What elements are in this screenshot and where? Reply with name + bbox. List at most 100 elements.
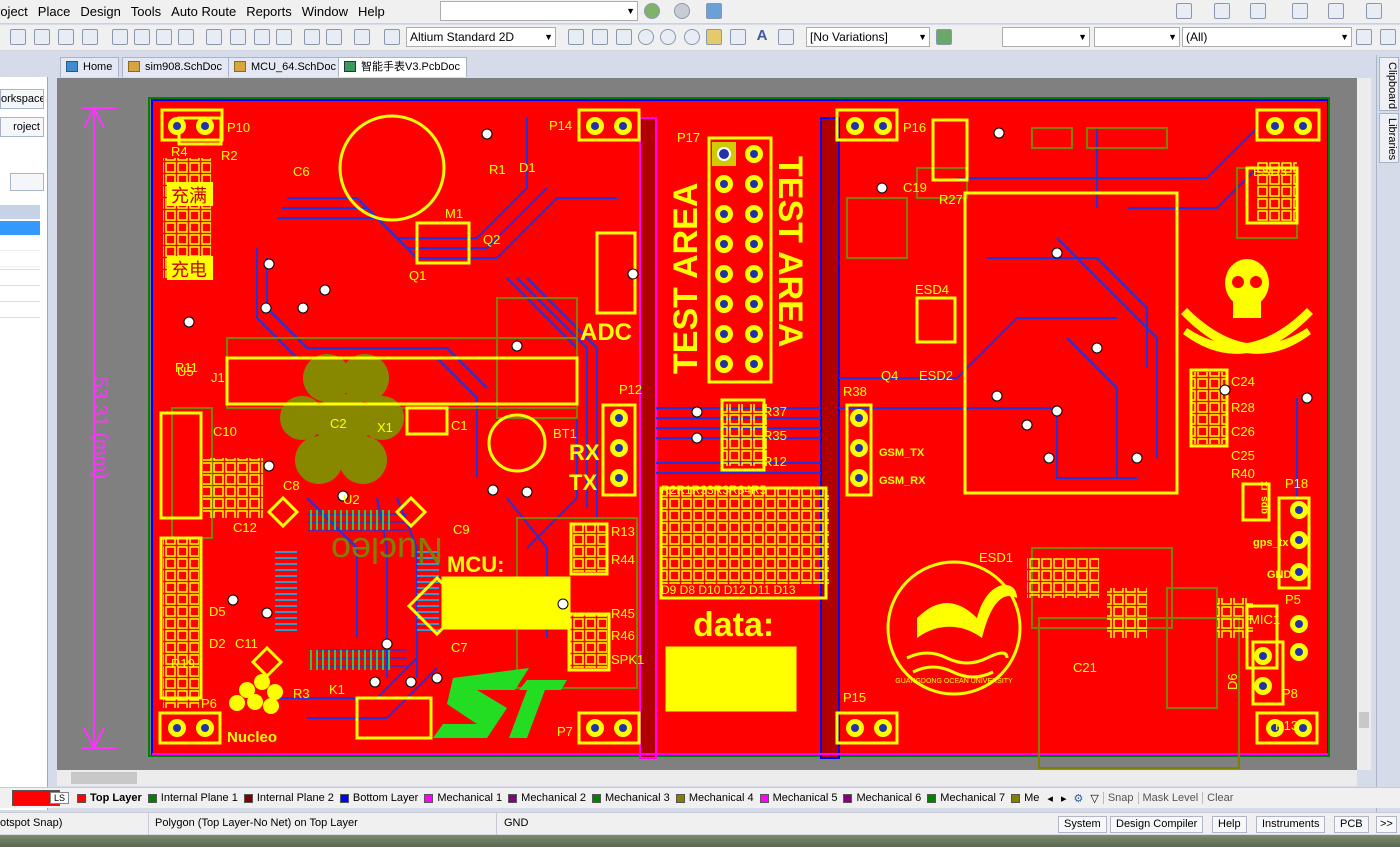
forward-icon[interactable] — [674, 3, 690, 19]
menu-place[interactable]: Place — [33, 1, 76, 23]
route-icon[interactable] — [568, 29, 584, 45]
clear-filter-icon[interactable] — [1380, 29, 1396, 45]
clear-button[interactable]: Clear — [1202, 792, 1237, 804]
layer-tab-mech1[interactable]: Mechanical 1 — [424, 792, 502, 804]
layer-tab-top[interactable]: Top Layer — [77, 792, 142, 804]
fill-icon[interactable] — [706, 29, 722, 45]
multi-route-icon[interactable] — [616, 29, 632, 45]
variations-select[interactable]: [No Variations] ▼ — [806, 27, 930, 47]
polygon-icon[interactable] — [730, 29, 746, 45]
distribute-icon[interactable] — [1292, 3, 1308, 19]
pcb-button[interactable]: PCB — [1334, 816, 1369, 833]
designator: BT1 — [553, 426, 577, 441]
tree-item-selected[interactable] — [0, 221, 40, 235]
menu-project[interactable]: roject — [0, 1, 33, 23]
pad-icon[interactable] — [638, 29, 654, 45]
navigate-icon[interactable] — [706, 3, 722, 19]
layer-tab-mech7[interactable]: Mechanical 7 — [927, 792, 1005, 804]
snap-button[interactable]: Snap — [1102, 792, 1138, 804]
redo-icon[interactable] — [326, 29, 342, 45]
tab-sim908[interactable]: sim908.SchDoc — [122, 57, 230, 77]
tab-label: sim908.SchDoc — [145, 61, 223, 73]
scroll-right-icon[interactable]: ▸ — [1061, 792, 1067, 805]
tree-item[interactable] — [0, 253, 40, 267]
window-icon[interactable] — [1328, 3, 1344, 19]
view-config-select[interactable]: Altium Standard 2D ▼ — [406, 27, 556, 47]
zoom-selected-icon[interactable] — [82, 29, 98, 45]
folder-options-button[interactable] — [10, 173, 44, 191]
component-icon[interactable] — [384, 29, 400, 45]
string-icon[interactable]: A — [754, 28, 770, 45]
horizontal-scrollbar[interactable] — [57, 770, 1357, 786]
help-button[interactable]: Help — [1212, 816, 1247, 833]
paste-icon[interactable] — [156, 29, 172, 45]
tree-item[interactable] — [0, 237, 40, 251]
rubber-stamp-icon[interactable] — [178, 29, 194, 45]
arc-icon[interactable] — [684, 29, 700, 45]
mask-icon[interactable] — [1356, 29, 1372, 45]
scroll-thumb[interactable] — [1359, 712, 1369, 728]
open-icon[interactable] — [10, 29, 26, 45]
menu-design[interactable]: Design — [75, 1, 125, 23]
filter-select[interactable]: (All) ▼ — [1182, 27, 1352, 47]
align-icon[interactable] — [1214, 3, 1230, 19]
layer-tab-mech4[interactable]: Mechanical 4 — [675, 792, 754, 804]
back-icon[interactable] — [644, 3, 660, 19]
undo-icon[interactable] — [304, 29, 320, 45]
more-button[interactable]: >> — [1376, 816, 1397, 833]
select-area-icon[interactable] — [206, 29, 222, 45]
clear-icon[interactable] — [276, 29, 292, 45]
variant-icon[interactable] — [936, 29, 952, 45]
layer-tab-mech2[interactable]: Mechanical 2 — [508, 792, 586, 804]
layer-tab-mech6[interactable]: Mechanical 6 — [843, 792, 921, 804]
vertical-scrollbar[interactable] — [1357, 78, 1371, 770]
layer-set-button[interactable]: LS — [50, 792, 70, 804]
snap-toggle-icon[interactable]: ⚙ — [1073, 792, 1083, 805]
scroll-left-icon[interactable]: ◂ — [1047, 792, 1053, 805]
layer-tab-mech3[interactable]: Mechanical 3 — [591, 792, 670, 804]
deselect-icon[interactable] — [254, 29, 270, 45]
clipboard-tab[interactable]: Clipboard — [1379, 57, 1399, 111]
cut-icon[interactable] — [112, 29, 128, 45]
tab-pcbdoc[interactable]: 智能手表V3.PcbDoc — [338, 57, 468, 77]
menu-window[interactable]: Window — [297, 1, 353, 23]
menu-auto-route[interactable]: Auto Route — [166, 1, 241, 23]
move-icon[interactable] — [230, 29, 246, 45]
layout-icon[interactable] — [1176, 3, 1192, 19]
array-icon[interactable] — [778, 29, 794, 45]
libraries-tab[interactable]: Libraries — [1379, 113, 1399, 163]
layer-tab-bottom[interactable]: Bottom Layer — [339, 792, 418, 804]
system-button[interactable]: System — [1058, 816, 1107, 833]
zoom-fit-icon[interactable] — [34, 29, 50, 45]
variations-value: [No Variations] — [810, 30, 888, 44]
layer-tab-mech5[interactable]: Mechanical 5 — [759, 792, 837, 804]
mask-level-button[interactable]: Mask Level — [1137, 792, 1203, 804]
diff-pair-icon[interactable] — [592, 29, 608, 45]
path-combo[interactable]: ▼ — [440, 1, 638, 21]
menu-reports[interactable]: Reports — [241, 1, 297, 23]
filter-icon[interactable]: ▽ — [1090, 792, 1098, 805]
via-icon[interactable] — [660, 29, 676, 45]
schematic-icon — [234, 61, 246, 72]
project-button[interactable]: roject — [0, 117, 44, 137]
text-icon[interactable] — [1250, 3, 1266, 19]
filter-combo-1[interactable]: ▼ — [1002, 27, 1090, 47]
layer-tab-plane2[interactable]: Internal Plane 2 — [243, 792, 334, 804]
pcb-canvas[interactable]: 53.31 (mm) Nucleo P10 P14 P16 P17 P12 P1… — [57, 78, 1357, 770]
layer-tab-plane1[interactable]: Internal Plane 1 — [147, 792, 238, 804]
workspace-button[interactable]: orkspace — [0, 89, 44, 109]
design-compiler-button[interactable]: Design Compiler — [1110, 816, 1204, 833]
layer-tab-mech8[interactable]: Me — [1011, 792, 1039, 804]
copy-icon[interactable] — [134, 29, 150, 45]
scroll-thumb[interactable] — [71, 772, 137, 784]
menu-help[interactable]: Help — [353, 1, 390, 23]
instruments-button[interactable]: Instruments — [1256, 816, 1326, 833]
menu-tools[interactable]: Tools — [126, 1, 166, 23]
pcb-drawing[interactable]: 53.31 (mm) Nucleo P10 P14 P16 P17 P12 P1… — [57, 78, 1357, 770]
tab-mcu64[interactable]: MCU_64.SchDoc — [228, 57, 343, 77]
filter-combo-2[interactable]: ▼ — [1094, 27, 1180, 47]
tab-home[interactable]: Home — [60, 57, 120, 77]
highlight-icon[interactable] — [354, 29, 370, 45]
zoom-icon[interactable] — [58, 29, 74, 45]
grid-icon[interactable] — [1366, 3, 1382, 19]
